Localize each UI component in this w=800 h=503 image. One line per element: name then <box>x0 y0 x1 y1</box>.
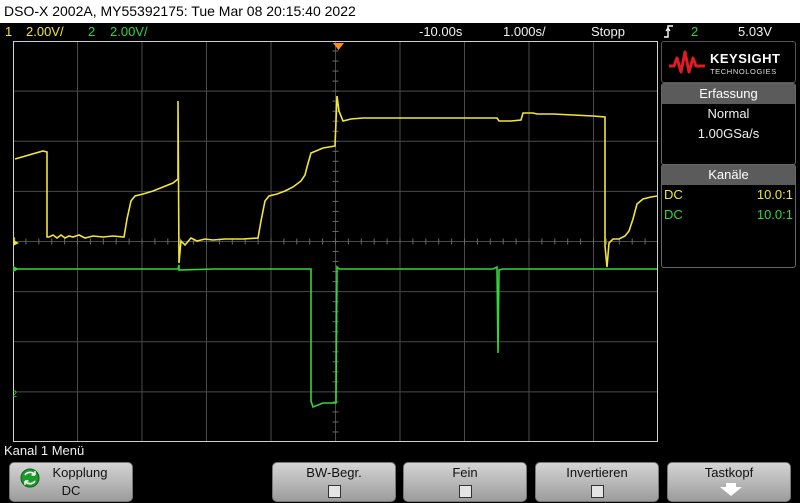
coupling-softkey[interactable]: Kopplung DC <box>9 462 133 502</box>
menu-title: Kanal 1 Menü <box>4 443 85 458</box>
channel-row-2: DC 10.0:1 <box>662 205 795 225</box>
submenu-arrow-icon <box>720 487 742 496</box>
trigger-source[interactable]: 2 <box>691 23 698 41</box>
ch1-number[interactable]: 1 <box>5 23 12 41</box>
keysight-wave-icon <box>669 50 705 74</box>
channel-row-1: DC 10.0:1 <box>662 185 795 205</box>
fine-label: Fein <box>452 465 478 480</box>
window-title: DSO-X 2002A, MY55392175: Tue Mar 08 20:1… <box>0 0 800 23</box>
time-delay[interactable]: -10.00s <box>419 23 462 41</box>
invert-checkbox[interactable] <box>590 485 604 498</box>
invert-label: Invertieren <box>566 465 628 480</box>
channels-panel: Kanäle DC 10.0:1 DC 10.0:1 <box>661 164 796 268</box>
bw-limit-checkbox[interactable] <box>327 485 341 498</box>
ch1-marker-label: 1 <box>13 236 17 246</box>
bw-limit-label: BW-Begr. <box>306 465 362 480</box>
logo-sub: TECHNOLOGIES <box>710 67 777 76</box>
ch2-number[interactable]: 2 <box>88 23 95 41</box>
ch1-coupling: DC <box>664 187 683 202</box>
acquisition-mode: Normal <box>707 106 750 121</box>
ch1-probe: 10.0:1 <box>756 187 793 202</box>
ch2-coupling: DC <box>664 207 683 222</box>
probe-label: Tastkopf <box>704 465 754 480</box>
status-bar: 1 2.00V/ 2 2.00V/ -10.00s 1.000s/ Stopp … <box>0 23 800 41</box>
run-state[interactable]: Stopp <box>591 23 625 41</box>
entry-knob-icon <box>20 468 40 488</box>
acquisition-panel: Erfassung Normal 1.00GSa/s <box>661 83 796 165</box>
time-scale[interactable]: 1.000s/ <box>503 23 546 41</box>
ch2-scale[interactable]: 2.00V/ <box>110 23 148 41</box>
waveform-display[interactable]: 1 2 <box>13 41 658 442</box>
fine-checkbox[interactable] <box>458 485 472 498</box>
logo-brand: KEYSIGHT <box>710 51 781 66</box>
ch2-probe: 10.0:1 <box>756 207 793 222</box>
bw-limit-softkey[interactable]: BW-Begr. <box>272 462 396 502</box>
trigger-level[interactable]: 5.03V <box>738 23 772 41</box>
channels-title: Kanäle <box>662 165 795 185</box>
keysight-logo: KEYSIGHT TECHNOLOGIES <box>661 41 796 83</box>
acquisition-title: Erfassung <box>662 84 795 104</box>
fine-softkey[interactable]: Fein <box>403 462 527 502</box>
invert-softkey[interactable]: Invertieren <box>535 462 659 502</box>
side-panel: KEYSIGHT TECHNOLOGIES Erfassung Normal 1… <box>661 41 796 268</box>
probe-softkey[interactable]: Tastkopf <box>667 462 791 502</box>
ch2-marker-label: 2 <box>13 389 17 399</box>
ch1-scale[interactable]: 2.00V/ <box>26 23 64 41</box>
sample-rate: 1.00GSa/s <box>697 126 760 141</box>
